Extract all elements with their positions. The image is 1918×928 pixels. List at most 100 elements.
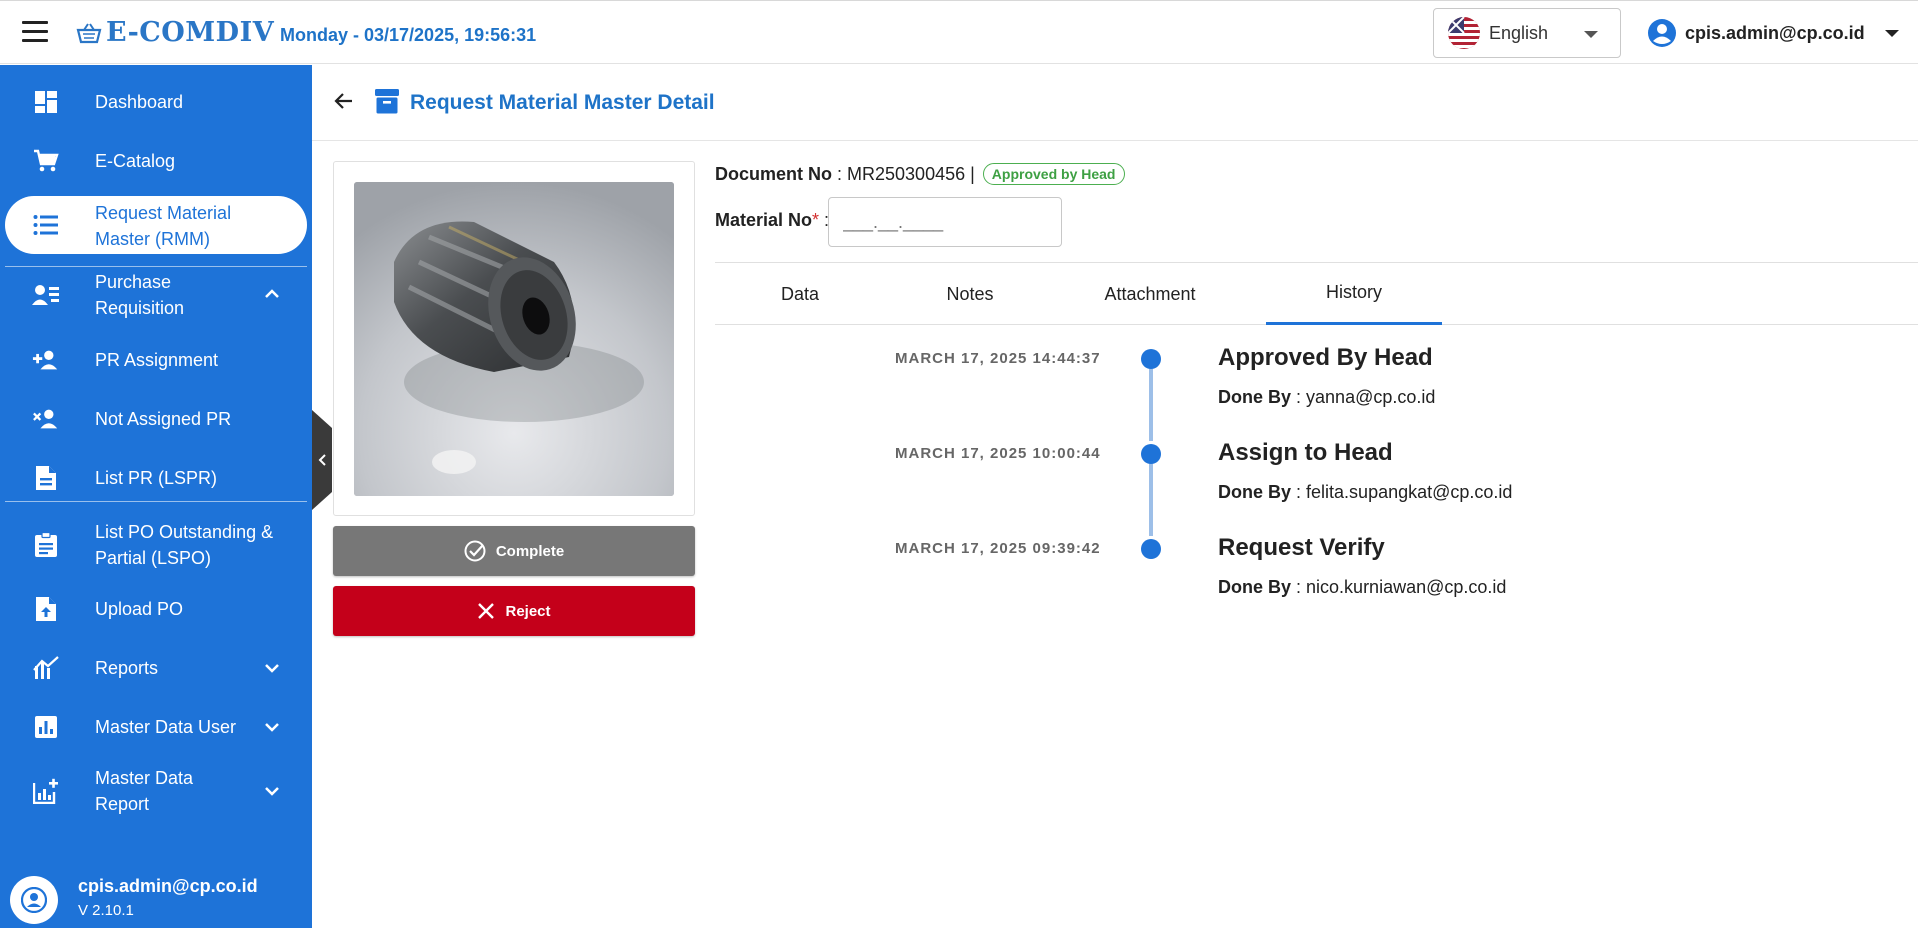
tab-attachment[interactable]: Attachment — [1055, 263, 1245, 325]
close-icon — [478, 603, 495, 619]
sidebar-item-label: Master Data — [95, 768, 194, 788]
back-arrow-icon[interactable] — [334, 91, 354, 111]
sidebar-item-label: E-Catalog — [95, 151, 176, 171]
sidebar-item-label: Not Assigned PR — [95, 409, 232, 429]
language-label: English — [1489, 22, 1549, 43]
history-done-by: Done By : nico.kurniawan@cp.co.id — [1218, 577, 1507, 597]
history-title: Approved By Head — [1218, 344, 1433, 371]
sidebar-item-label: Dashboard — [95, 92, 184, 112]
report-add-icon — [32, 777, 60, 805]
chevron-down-icon[interactable] — [264, 785, 280, 797]
complete-label: Complete — [495, 542, 565, 560]
reject-label: Reject — [505, 602, 551, 620]
timeline-dot — [1141, 349, 1161, 369]
timeline-dot — [1141, 539, 1161, 559]
tab-data[interactable]: Data — [715, 263, 885, 325]
sidebar-item-list-pr[interactable]: List PR (LSPR) — [0, 463, 312, 493]
sidebar-item-master-data-user[interactable]: Master Data User — [0, 712, 312, 742]
chevron-up-icon[interactable] — [264, 287, 280, 299]
app-version: V 2.10.1 — [78, 902, 134, 919]
history-date: MARCH 17, 2025 14:44:37 — [895, 350, 1101, 367]
chevron-down-icon[interactable] — [264, 662, 280, 674]
sidebar-item-label: Master (RMM) — [95, 229, 210, 249]
required-marker: * — [812, 210, 820, 230]
status-badge: Approved by Head — [982, 163, 1125, 185]
done-by-value: felita.supangkat@cp.co.id — [1306, 482, 1513, 502]
history-title: Assign to Head — [1218, 439, 1393, 466]
tab-notes[interactable]: Notes — [885, 263, 1055, 325]
person-add-icon — [32, 346, 60, 374]
sidebar-item-label: Reports — [95, 658, 159, 678]
footer-user-email: cpis.admin@cp.co.id — [78, 876, 258, 896]
check-circle-icon — [464, 540, 486, 562]
sidebar-item-master-data-report[interactable]: Master Data Report — [0, 763, 312, 819]
material-no-input[interactable] — [828, 197, 1062, 247]
timeline-dot — [1141, 444, 1161, 464]
sidebar-item-upload-po[interactable]: Upload PO — [0, 594, 312, 624]
app-name: E-COMDIV — [106, 17, 275, 48]
user-email: cpis.admin@cp.co.id — [1685, 22, 1865, 43]
material-no-row: Material No * : — [715, 210, 829, 231]
divider — [5, 501, 307, 502]
sidebar-item-dashboard[interactable]: Dashboard — [0, 87, 312, 117]
timeline-connector — [1149, 369, 1153, 441]
material-image[interactable] — [354, 182, 674, 496]
pipe-separator: | — [965, 163, 975, 184]
detail-tabs: Data Notes Attachment History — [715, 262, 1918, 325]
document-no-value: MR250300456 — [847, 163, 966, 184]
sidebar-item-ecatalog[interactable]: E-Catalog — [0, 146, 312, 176]
list-icon — [32, 211, 60, 239]
sidebar-item-label: Partial (LSPO) — [95, 548, 212, 568]
chart-icon — [32, 654, 60, 682]
sidebar-item-purchase-requisition[interactable]: Purchase Requisition — [0, 267, 312, 323]
dashboard-icon — [32, 88, 60, 116]
document-icon — [32, 464, 60, 492]
sidebar-item-label: Request Material — [95, 203, 232, 223]
top-header: E-COMDIV Monday - 03/17/2025, 19:56:31 E… — [0, 0, 1918, 64]
archive-icon — [375, 89, 399, 114]
sidebar-item-label: List PR (LSPR) — [95, 468, 218, 488]
sidebar-item-not-assigned-pr[interactable]: Not Assigned PR — [0, 404, 312, 434]
sidebar-item-reports[interactable]: Reports — [0, 653, 312, 683]
timeline-connector — [1149, 464, 1153, 536]
sidebar-item-rmm[interactable]: Request Material Master (RMM) — [0, 196, 312, 254]
chevron-left-icon — [318, 454, 326, 466]
sidebar-item-lspo[interactable]: List PO Outstanding & Partial (LSPO) — [0, 517, 312, 573]
basket-icon — [76, 22, 102, 43]
document-no-label: Document No — [715, 163, 832, 184]
user-menu[interactable]: cpis.admin@cp.co.id — [1647, 18, 1899, 48]
tab-history[interactable]: History — [1266, 263, 1442, 325]
sidebar-item-pr-assignment[interactable]: PR Assignment — [0, 345, 312, 375]
sidebar: Dashboard E-Catalog Request Material Mas… — [0, 65, 312, 928]
label-separator: : — [832, 163, 848, 184]
history-title: Request Verify — [1218, 534, 1385, 561]
page-header: Request Material Master Detail — [312, 65, 1918, 141]
uk-flag-icon — [1448, 17, 1480, 49]
material-image-card — [333, 161, 695, 516]
app-logo[interactable]: E-COMDIV — [76, 17, 274, 48]
done-by-label: Done By — [1218, 482, 1292, 502]
chevron-down-icon[interactable] — [264, 721, 280, 733]
menu-icon[interactable] — [22, 21, 48, 43]
avatar[interactable] — [10, 876, 58, 924]
upload-file-icon — [32, 595, 60, 623]
reject-button[interactable]: Reject — [333, 586, 695, 636]
language-select[interactable]: English — [1433, 8, 1621, 58]
sidebar-item-label: List PO Outstanding & — [95, 522, 274, 542]
person-remove-icon — [32, 405, 60, 433]
history-done-by: Done By : yanna@cp.co.id — [1218, 387, 1436, 407]
sidebar-item-label: Purchase — [95, 272, 172, 292]
done-by-label: Done By — [1218, 387, 1292, 407]
person-list-icon — [32, 281, 60, 309]
sidebar-item-label: Requisition — [95, 298, 185, 318]
sidebar-item-label: Upload PO — [95, 599, 184, 619]
history-done-by: Done By : felita.supangkat@cp.co.id — [1218, 482, 1513, 502]
sidebar-footer: cpis.admin@cp.co.id V 2.10.1 — [0, 868, 312, 928]
chevron-down-icon — [1584, 31, 1598, 38]
done-by-value: yanna@cp.co.id — [1306, 387, 1436, 407]
history-date: MARCH 17, 2025 09:39:42 — [895, 540, 1101, 557]
material-no-label: Material No — [715, 210, 813, 230]
complete-button[interactable]: Complete — [333, 526, 695, 576]
sidebar-item-label: PR Assignment — [95, 350, 219, 370]
sidebar-collapse-toggle[interactable] — [312, 410, 332, 510]
